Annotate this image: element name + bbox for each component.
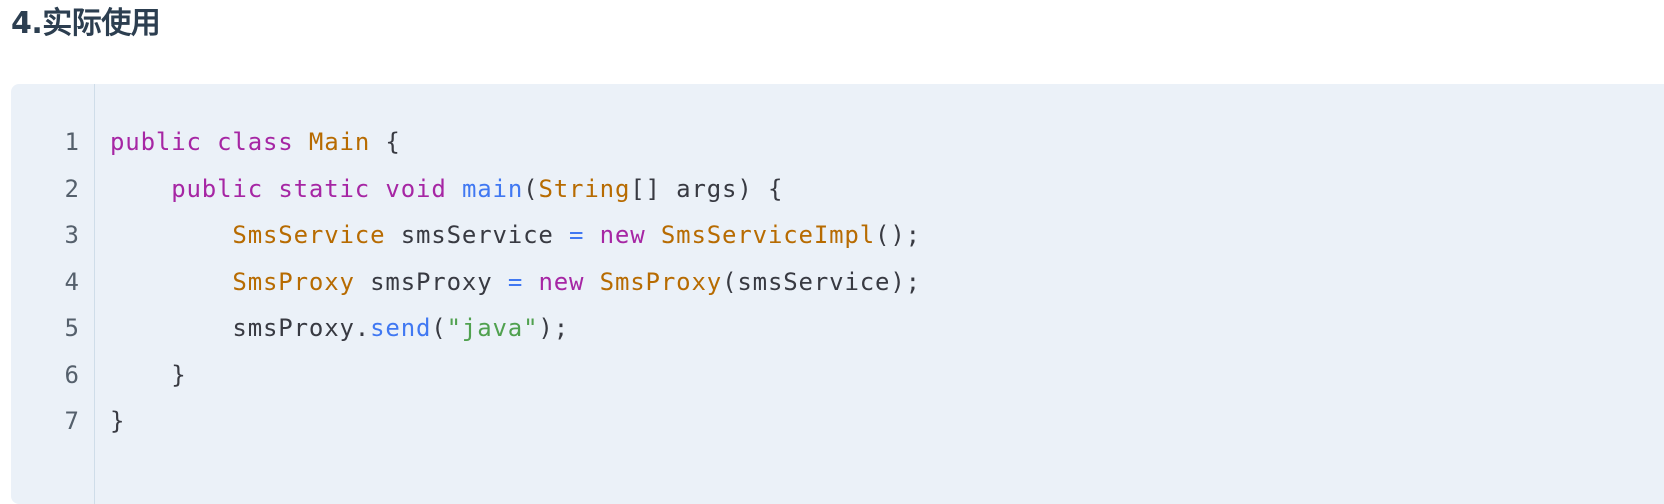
code-line: smsProxy.send("java"); xyxy=(110,305,569,352)
code-token-punct: ( xyxy=(431,314,447,342)
line-number: 6 xyxy=(64,360,79,389)
code-token-keyword: public xyxy=(110,128,202,156)
code-line: } xyxy=(110,352,187,399)
line-number-gutter: 1 2 3 4 5 6 7 xyxy=(11,84,95,504)
code-token-punct: ); xyxy=(538,314,570,342)
code-token-type: SmsProxy xyxy=(232,267,355,296)
line-number: 5 xyxy=(64,314,79,342)
code-token-keyword: void xyxy=(385,174,447,203)
code-line: public static void main(String[] args) { xyxy=(110,166,783,213)
code-token-type: Main xyxy=(308,128,371,156)
line-number: 7 xyxy=(64,407,79,435)
code-block: 1 2 3 4 5 6 7 public class Main { public stati… xyxy=(11,84,1664,504)
line-number: 4 xyxy=(64,267,79,296)
line-number: 3 xyxy=(64,221,79,249)
code-token-punct: [] args) { xyxy=(630,174,784,203)
code-token-type: SmsServiceImpl xyxy=(660,221,876,249)
code-token-type: SmsService xyxy=(232,221,386,249)
section-heading: 4.实际使用 xyxy=(11,6,161,41)
code-token-plain: smsProxy xyxy=(354,267,508,296)
code-line: SmsProxy smsProxy = new SmsProxy(smsServ… xyxy=(110,259,921,306)
code-token-punct: (); xyxy=(875,221,921,249)
code-token-string: "java" xyxy=(446,314,539,342)
code-token-punct: ( xyxy=(523,174,539,203)
code-token-plain: } xyxy=(110,360,187,389)
code-token-function: main xyxy=(461,174,524,203)
code-line: public class Main { xyxy=(110,119,401,166)
code-token-function: send xyxy=(370,314,432,342)
code-token-keyword: static xyxy=(278,174,371,203)
code-token-plain: smsService xyxy=(385,221,569,249)
code-token-keyword: new xyxy=(538,267,585,296)
code-line: } xyxy=(110,398,125,445)
code-token-operator: = xyxy=(569,221,585,249)
line-number: 1 xyxy=(64,128,79,156)
code-token-plain: } xyxy=(110,407,126,435)
code-token-keyword: public xyxy=(171,174,263,203)
code-token-keyword: class xyxy=(217,128,294,156)
code-token-plain: { xyxy=(370,128,401,156)
code-token-type: SmsProxy xyxy=(599,267,723,296)
code-token-punct: (smsService); xyxy=(722,267,921,296)
code-token-plain: smsProxy. xyxy=(110,314,371,342)
line-number: 2 xyxy=(64,174,79,203)
code-line: SmsService smsService = new SmsServiceIm… xyxy=(110,212,921,259)
code-token-keyword: new xyxy=(599,221,646,249)
code-token-operator: = xyxy=(507,267,524,296)
code-token-type: String xyxy=(538,174,631,203)
